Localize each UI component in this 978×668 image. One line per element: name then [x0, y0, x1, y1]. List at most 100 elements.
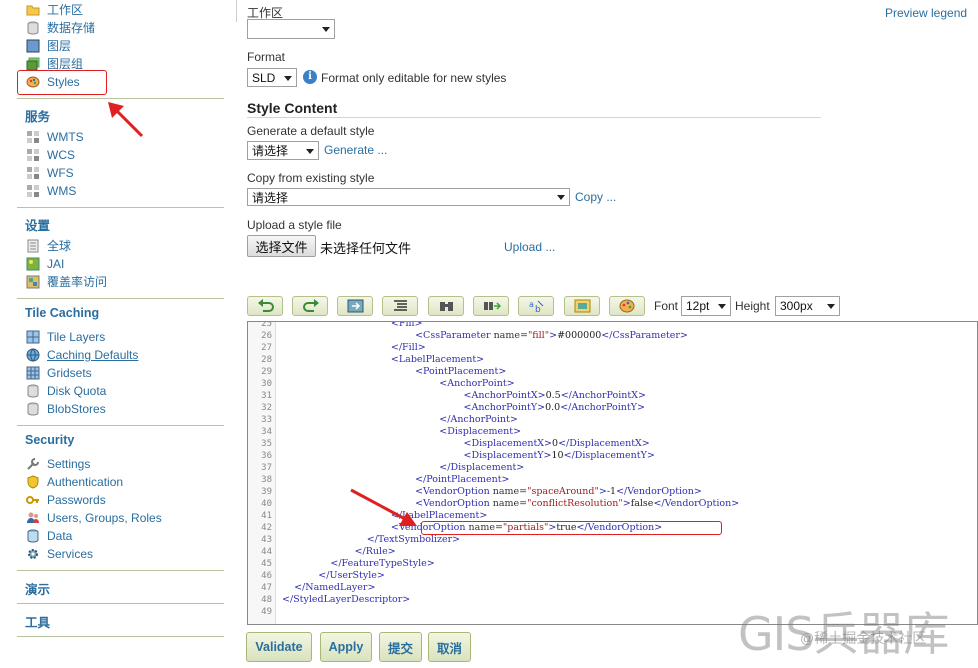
copy-label: Copy from existing style — [247, 171, 375, 185]
service-icon — [26, 130, 40, 144]
sidebar-item-wms[interactable]: WMS — [26, 182, 76, 199]
redo-icon — [303, 299, 319, 312]
code-text: </PointPlacement> — [415, 474, 510, 485]
annotation-arrow-icon — [350, 488, 417, 526]
generate-label: Generate a default style — [247, 124, 375, 138]
code-text: </AnchorPoint> — [439, 414, 518, 425]
sidebar-item-global[interactable]: 全球 — [26, 237, 71, 254]
syntax-toggle-button[interactable]: ab — [518, 296, 554, 316]
chevron-down-icon — [557, 195, 565, 200]
sidebar-item-blobstores[interactable]: BlobStores — [26, 400, 106, 417]
replace-button[interactable] — [473, 296, 509, 316]
search-button[interactable] — [428, 296, 464, 316]
heading-underline — [247, 117, 821, 118]
font-size-select[interactable]: 12pt — [681, 296, 731, 316]
sidebar-item-disk-quota[interactable]: Disk Quota — [26, 382, 106, 399]
code-line: 32 <AnchorPointY>0.0</AnchorPointY> — [248, 402, 968, 414]
code-line: 35 <DisplacementX>0</DisplacementX> — [248, 438, 968, 450]
submit-button[interactable]: 提交 — [379, 632, 422, 662]
code-text: </Fill> — [390, 342, 426, 353]
sidebar-item-layers[interactable]: 图层 — [26, 37, 71, 54]
file-status-text: 未选择任何文件 — [320, 241, 412, 256]
sidebar-item-stores[interactable]: 数据存储 — [26, 19, 95, 36]
copy-link[interactable]: Copy ... — [575, 190, 616, 204]
code-text: <PointPlacement> — [415, 366, 507, 377]
code-line: 30 <AnchorPoint> — [248, 378, 968, 390]
code-text: <Fill> — [390, 321, 423, 329]
sidebar-item-jai[interactable]: JAI — [26, 255, 64, 272]
tools-heading[interactable]: 工具 — [25, 612, 50, 631]
code-text: <DisplacementY>10</DisplacementY> — [463, 450, 655, 461]
globe-icon — [26, 348, 40, 362]
sidebar-item-label: Services — [47, 546, 94, 561]
sidebar-item-tile-layers[interactable]: Tile Layers — [26, 328, 105, 345]
code-text: </NamedLayer> — [294, 582, 376, 593]
generate-style-select[interactable]: 请选择 — [247, 141, 319, 160]
line-number: 46 — [261, 571, 272, 581]
choose-file-button[interactable]: 选择文件 — [247, 235, 316, 257]
sidebar-item-gridsets[interactable]: Gridsets — [26, 364, 92, 381]
workspace-select[interactable] — [247, 19, 335, 39]
reformat-button[interactable] — [382, 296, 418, 316]
line-number: 33 — [261, 415, 272, 425]
code-line: 47 </NamedLayer> — [248, 582, 968, 594]
section-divider — [17, 570, 224, 571]
apply-button[interactable]: Apply — [320, 632, 372, 662]
sld-code-editor[interactable]: 25 <Fill> 26 <CssParameter name="fill">#000… — [247, 321, 978, 625]
code-line: 33 </AnchorPoint> — [248, 414, 968, 426]
sidebar-item-wmts[interactable]: WMTS — [26, 128, 84, 145]
services-gear-icon — [26, 547, 40, 561]
code-text: <VendorOption name="conflictResolution">… — [415, 498, 740, 509]
demo-heading[interactable]: 演示 — [25, 579, 50, 598]
watermark-subtext: @稀土掘金技术社区 — [800, 630, 927, 646]
upload-label: Upload a style file — [247, 218, 342, 232]
color-picker-button[interactable] — [609, 296, 645, 316]
height-value: 300px — [780, 299, 813, 313]
line-number: 34 — [261, 427, 272, 437]
height-select[interactable]: 300px — [775, 296, 840, 316]
service-icon — [26, 148, 40, 162]
partials-highlight-box — [421, 521, 722, 535]
chevron-down-icon — [306, 148, 314, 154]
sidebar-item-coverage-access[interactable]: 覆盖率访问 — [26, 273, 107, 290]
line-number: 42 — [261, 523, 272, 533]
code-line: 27 </Fill> — [248, 342, 968, 354]
settings-heading: 设置 — [25, 219, 51, 233]
sidebar-item-data-security[interactable]: Data — [26, 527, 72, 544]
upload-link[interactable]: Upload ... — [504, 240, 555, 254]
line-number: 25 — [261, 321, 272, 329]
code-text: </StyledLayerDescriptor> — [282, 594, 411, 605]
sidebar-item-passwords[interactable]: Passwords — [26, 491, 106, 508]
sidebar-item-security-settings[interactable]: Settings — [26, 455, 90, 472]
format-select[interactable]: SLD — [247, 68, 297, 87]
insert-image-button[interactable] — [564, 296, 600, 316]
cancel-button[interactable]: 取消 — [428, 632, 471, 662]
code-text: <AnchorPoint> — [439, 378, 515, 389]
code-line: 46 </UserStyle> — [248, 570, 968, 582]
undo-button[interactable] — [247, 296, 283, 316]
format-select-value: SLD — [252, 70, 276, 85]
sidebar-item-label: JAI — [47, 256, 65, 271]
goto-line-button[interactable] — [337, 296, 373, 316]
security-heading: Security — [25, 433, 75, 447]
code-line: 29 <PointPlacement> — [248, 366, 968, 378]
sidebar-item-wcs[interactable]: WCS — [26, 146, 75, 163]
sidebar-item-services-security[interactable]: Services — [26, 545, 93, 562]
sidebar-item-users-groups-roles[interactable]: Users, Groups, Roles — [26, 509, 162, 526]
database-icon — [26, 21, 40, 35]
section-divider — [17, 425, 224, 426]
generate-link[interactable]: Generate ... — [324, 143, 387, 157]
code-text: </FeatureTypeStyle> — [330, 558, 435, 569]
svg-text:b: b — [535, 305, 541, 313]
redo-button[interactable] — [292, 296, 328, 316]
sidebar-item-authentication[interactable]: Authentication — [26, 473, 123, 490]
preview-legend-link[interactable]: Preview legend — [885, 6, 967, 20]
code-line: 26 <CssParameter name="fill">#000000</Css… — [248, 330, 968, 342]
sidebar-item-wfs[interactable]: WFS — [26, 164, 74, 181]
chevron-down-icon — [718, 304, 726, 309]
font-label: Font — [654, 299, 679, 313]
validate-button[interactable]: Validate — [246, 632, 312, 662]
sidebar-item-caching-defaults[interactable]: Caching Defaults — [26, 346, 138, 363]
sidebar-item-workspaces[interactable]: 工作区 — [26, 1, 83, 18]
copy-style-select[interactable]: 请选择 — [247, 188, 570, 206]
